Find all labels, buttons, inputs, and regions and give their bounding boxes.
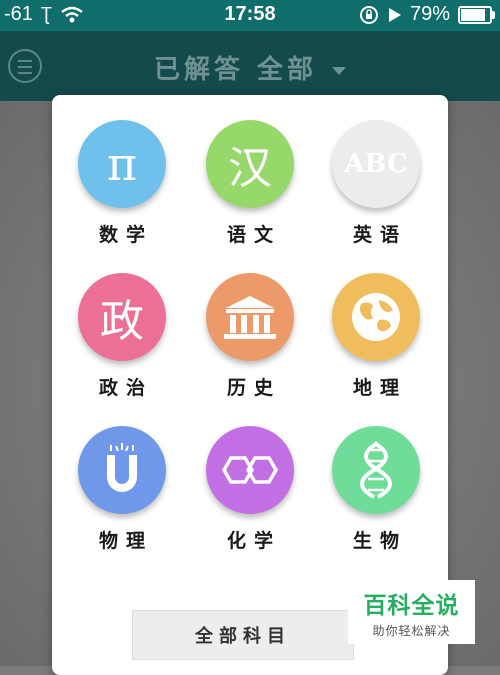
- subject-politics[interactable]: 政 政治: [62, 273, 182, 400]
- subject-chinese[interactable]: 汉 语文: [190, 120, 310, 247]
- abc-icon: ABC: [332, 120, 420, 208]
- filter-dropdown[interactable]: 已解答 全部: [0, 49, 500, 86]
- subject-biology[interactable]: 生物: [316, 426, 436, 553]
- molecule-icon: [206, 426, 294, 514]
- nav-bar: 已解答 全部: [0, 31, 500, 101]
- battery-fill: [461, 8, 485, 21]
- subject-label: 数学: [98, 224, 153, 246]
- watermark-logo: 百科全说 助你轻松解决: [348, 580, 475, 644]
- pi-icon: π: [78, 120, 166, 208]
- subject-physics[interactable]: 物理: [62, 426, 182, 553]
- subject-chemistry[interactable]: 化学: [190, 426, 310, 553]
- subject-label: 英语: [352, 224, 407, 246]
- subject-label: 历史: [226, 377, 281, 399]
- dna-icon: [332, 426, 420, 514]
- watermark-sub: 助你轻松解决: [372, 624, 451, 638]
- caret-down-icon: [332, 67, 347, 75]
- temple-icon: [206, 273, 294, 361]
- rotation-lock-icon: [359, 5, 378, 24]
- subject-label: 地理: [352, 377, 407, 399]
- status-bar: -61 Ʈ 17:58 79%: [0, 0, 500, 31]
- watermark-main: 百科全说: [363, 593, 460, 619]
- battery-icon: [458, 5, 495, 24]
- subject-label: 生物: [352, 530, 407, 552]
- all-subjects-button[interactable]: 全部科目: [132, 610, 354, 660]
- subject-math[interactable]: π 数学: [62, 120, 182, 247]
- subject-label: 语文: [226, 224, 281, 246]
- subject-label: 化学: [226, 530, 281, 552]
- han-character-icon: 汉: [206, 120, 294, 208]
- play-icon: [388, 7, 401, 22]
- subject-geography[interactable]: 地理: [316, 273, 436, 400]
- subject-english[interactable]: ABC 英语: [316, 120, 436, 247]
- nav-title-text: 已解答 全部: [153, 55, 317, 85]
- magnet-icon: [78, 426, 166, 514]
- subject-history[interactable]: 历史: [190, 273, 310, 400]
- subject-label: 物理: [98, 530, 153, 552]
- globe-icon: [332, 273, 420, 361]
- battery-percent: 79%: [409, 3, 450, 25]
- zheng-character-icon: 政: [78, 273, 166, 361]
- subject-label: 政治: [98, 377, 153, 399]
